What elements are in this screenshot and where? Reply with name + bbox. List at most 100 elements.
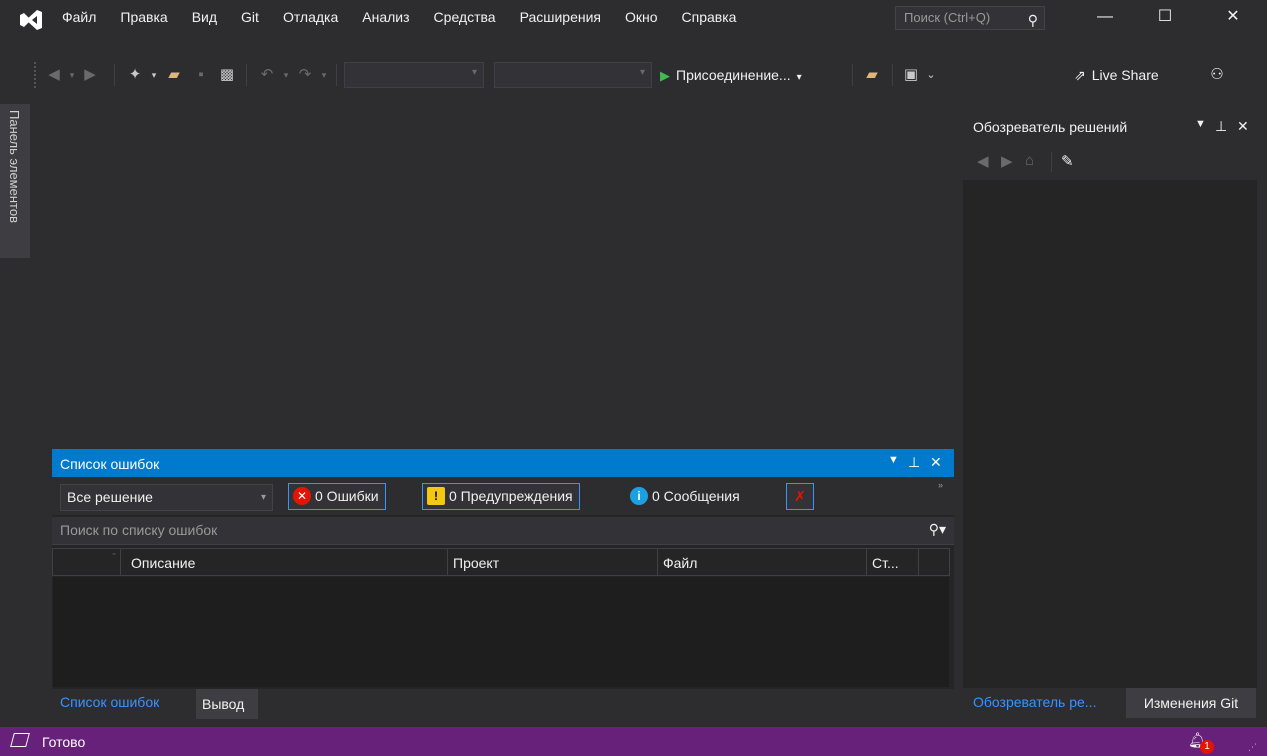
new-project-dropdown-icon[interactable]: ▾ — [148, 64, 160, 86]
sort-icon: ⁼ — [112, 551, 117, 560]
save-icon[interactable]: ▪ — [190, 64, 212, 86]
scope-dropdown[interactable]: Все решение ▾ — [60, 484, 273, 511]
error-list-tabs — [52, 689, 954, 719]
platform-combo[interactable]: ▾ — [494, 62, 652, 88]
panel-menu-icon[interactable]: ▼ — [1195, 118, 1206, 130]
solution-explorer-title: Обозреватель решений — [973, 119, 1128, 135]
search-placeholder: Поиск (Ctrl+Q) — [904, 10, 991, 25]
toolbar-options-icon[interactable]: ⌄ — [924, 64, 938, 86]
toolbox-tab-label: Панель элементов — [7, 110, 22, 223]
toolbar-separator — [1051, 152, 1052, 172]
chevron-down-icon: ▾ — [260, 492, 266, 503]
notification-badge: 1 — [1200, 740, 1214, 754]
messages-filter-button[interactable]: i0 Сообщения — [630, 483, 740, 510]
column-separator — [866, 549, 867, 575]
browser-link-icon[interactable]: ▣ — [900, 64, 922, 86]
error-grid-body — [53, 577, 949, 687]
attach-button[interactable]: ▶ Присоединение... ▾ — [660, 62, 802, 88]
new-project-icon[interactable]: ✦ — [124, 64, 146, 86]
search-icon: ⚲ — [1027, 12, 1038, 28]
forward-icon[interactable]: ▶ — [1001, 152, 1013, 170]
column-separator — [918, 549, 919, 575]
error-list-header: ▼ ⊥ ✕ — [52, 449, 954, 477]
home-icon[interactable]: ⌂ — [1025, 152, 1034, 169]
toolbar-separator — [892, 64, 893, 86]
forward-icon[interactable]: ▶ — [80, 64, 100, 86]
error-icon: ✕ — [293, 486, 311, 505]
undo-icon[interactable]: ↶ — [256, 64, 278, 86]
title-bar: Файл Правка Вид Git Отладка Анализ Средс… — [0, 0, 1267, 52]
toolbar-grip[interactable] — [34, 62, 38, 88]
menu-edit[interactable]: Правка — [120, 0, 167, 34]
column-description[interactable]: Описание — [131, 555, 195, 571]
save-all-icon[interactable]: ▩ — [216, 64, 238, 86]
menu-git[interactable]: Git — [241, 0, 259, 34]
redo-dropdown-icon[interactable]: ▾ — [318, 64, 330, 86]
tab-output[interactable]: Вывод — [196, 689, 258, 719]
undo-dropdown-icon[interactable]: ▾ — [280, 64, 292, 86]
search-icon: ⚲▾ — [928, 521, 946, 537]
info-icon: i — [630, 486, 648, 505]
menu-extensions[interactable]: Расширения — [520, 0, 601, 34]
column-project[interactable]: Проект — [453, 555, 499, 571]
close-panel-icon[interactable]: ✕ — [1237, 118, 1249, 135]
tab-solution-explorer[interactable]: Обозреватель ре... — [973, 694, 1096, 710]
pin-icon[interactable]: ⊥ — [1215, 118, 1227, 135]
minimize-button[interactable]: — — [1082, 0, 1128, 34]
back-dropdown-icon[interactable]: ▾ — [66, 64, 78, 86]
wrench-icon[interactable]: ✎ — [1061, 152, 1074, 170]
back-icon[interactable]: ◀ — [44, 64, 64, 86]
live-share-button[interactable]: ⇗ Live Share — [1074, 62, 1159, 88]
menu-file[interactable]: Файл — [62, 0, 96, 34]
maximize-button[interactable]: ☐ — [1142, 0, 1188, 34]
menu-window[interactable]: Окно — [625, 0, 658, 34]
menu-analyze[interactable]: Анализ — [362, 0, 409, 34]
toolbox-tab[interactable]: Панель элементов — [0, 104, 30, 258]
filter-clear-icon: ✗ — [794, 488, 806, 504]
column-line[interactable]: Ст... — [872, 555, 899, 571]
share-icon: ⇗ — [1074, 67, 1086, 83]
close-panel-icon[interactable]: ✕ — [930, 454, 942, 471]
errors-label: 0 Ошибки — [315, 488, 379, 504]
messages-label: 0 Сообщения — [652, 488, 740, 504]
main-menu: Файл Правка Вид Git Отладка Анализ Средс… — [62, 0, 760, 52]
close-button[interactable]: ✕ — [1210, 0, 1256, 34]
tab-git-changes[interactable]: Изменения Git — [1126, 688, 1256, 718]
back-icon[interactable]: ◀ — [977, 152, 989, 170]
open-folder-icon[interactable]: ▰ — [162, 64, 186, 86]
toolbar-separator — [114, 64, 115, 86]
tab-error-list[interactable]: Список ошибок — [60, 694, 159, 710]
column-file[interactable]: Файл — [663, 555, 697, 571]
column-separator — [657, 549, 658, 575]
solution-explorer-toolbar: ◀ ▶ ⌂ ✎ — [963, 144, 1257, 180]
search-input[interactable]: Поиск (Ctrl+Q) ⚲ — [895, 6, 1045, 30]
play-icon: ▶ — [660, 68, 670, 83]
column-separator — [120, 549, 121, 575]
pin-icon[interactable]: ⊥ — [908, 454, 920, 471]
errors-filter-button[interactable]: ✕ 0 Ошибки — [288, 483, 386, 510]
feedback-icon[interactable]: ⚇ — [1202, 64, 1232, 86]
find-folder-icon[interactable]: ▰ — [860, 64, 884, 86]
overflow-icon[interactable]: » — [938, 480, 943, 490]
menu-tools[interactable]: Средства — [434, 0, 496, 34]
menu-help[interactable]: Справка — [682, 0, 737, 34]
chevron-down-icon: ▾ — [471, 67, 477, 78]
warning-icon: ! — [427, 486, 445, 505]
status-text: Готово — [42, 734, 86, 750]
panel-menu-icon[interactable]: ▼ — [888, 454, 899, 466]
menu-view[interactable]: Вид — [192, 0, 217, 34]
menu-debug[interactable]: Отладка — [283, 0, 338, 34]
toolbar-separator — [246, 64, 247, 86]
resize-grip-icon[interactable]: ⋰ — [1248, 742, 1257, 753]
solution-explorer-panel — [963, 112, 1257, 688]
redo-icon[interactable]: ↷ — [294, 64, 316, 86]
configuration-combo[interactable]: ▾ — [344, 62, 484, 88]
error-list-title: Список ошибок — [60, 456, 160, 472]
attach-label: Присоединение... — [676, 67, 791, 83]
visual-studio-logo — [20, 10, 42, 30]
toolbar-separator — [336, 64, 337, 86]
chevron-down-icon: ▾ — [639, 67, 645, 78]
clear-filter-button[interactable]: ✗ — [786, 483, 814, 510]
warnings-filter-button[interactable]: ! 0 Предупреждения — [422, 483, 580, 510]
scope-value: Все решение — [67, 489, 153, 505]
